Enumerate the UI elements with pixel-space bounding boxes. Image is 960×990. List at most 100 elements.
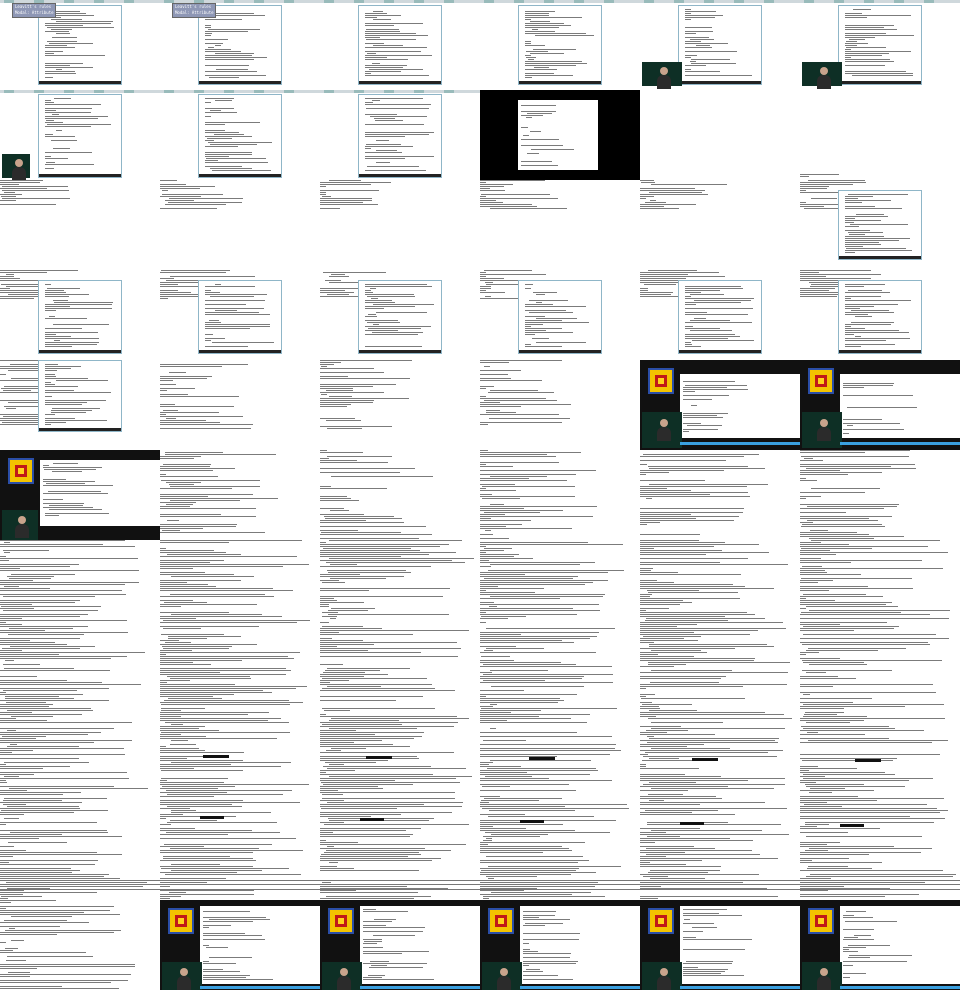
thumbnail-frame[interactable] — [0, 360, 160, 450]
thumbnail-frame[interactable] — [0, 450, 160, 540]
toolbar-tab[interactable] — [484, 0, 494, 3]
toolbar-tab[interactable] — [324, 0, 334, 3]
toolbar-tab[interactable] — [124, 0, 134, 3]
toolbar-tab[interactable] — [194, 90, 204, 93]
toolbar-tab[interactable] — [764, 0, 774, 3]
toolbar-tab[interactable] — [674, 0, 684, 3]
thumbnail-frame[interactable] — [800, 90, 960, 180]
thumbnail-frame[interactable] — [640, 450, 800, 540]
toolbar-tab[interactable] — [254, 0, 264, 3]
thumbnail-frame[interactable] — [640, 0, 800, 90]
thumbnail-frame[interactable] — [480, 900, 640, 990]
thumbnail-frame[interactable] — [160, 270, 320, 360]
thumbnail-frame[interactable] — [160, 810, 320, 900]
thumbnail-frame[interactable] — [320, 540, 480, 630]
thumbnail-frame[interactable] — [320, 630, 480, 720]
thumbnail-frame[interactable] — [800, 810, 960, 900]
thumbnail-frame[interactable] — [320, 450, 480, 540]
thumbnail-frame[interactable] — [320, 270, 480, 360]
thumbnail-frame[interactable] — [800, 630, 960, 720]
toolbar-tab[interactable] — [734, 0, 744, 3]
toolbar-tab[interactable] — [514, 0, 524, 3]
thumbnail-frame[interactable] — [320, 0, 480, 90]
thumbnail-frame[interactable] — [480, 90, 640, 180]
thumbnail-frame[interactable] — [800, 180, 960, 270]
thumbnail-frame[interactable] — [160, 900, 320, 990]
thumbnail-frame[interactable] — [480, 180, 640, 270]
toolbar-tab[interactable] — [444, 0, 454, 3]
thumbnail-frame[interactable] — [800, 450, 960, 540]
toolbar-tab[interactable] — [94, 0, 104, 3]
thumbnail-frame[interactable] — [480, 810, 640, 900]
thumbnail-frame[interactable] — [0, 630, 160, 720]
thumbnail-frame[interactable] — [640, 810, 800, 900]
thumbnail-frame[interactable] — [160, 720, 320, 810]
toolbar-tab[interactable] — [704, 0, 714, 3]
thumbnail-frame[interactable]: Leavitt's rules Modal: Attribute — [0, 0, 160, 90]
thumbnail-frame[interactable] — [480, 630, 640, 720]
toolbar-tab[interactable] — [644, 0, 654, 3]
toolbar-tab[interactable] — [284, 90, 294, 93]
thumbnail-frame[interactable] — [800, 270, 960, 360]
thumbnail-frame[interactable] — [160, 90, 320, 180]
thumbnail-frame[interactable] — [320, 720, 480, 810]
toolbar-tab[interactable] — [354, 0, 364, 3]
thumbnail-frame[interactable] — [320, 180, 480, 270]
thumbnail-frame[interactable] — [800, 360, 960, 450]
thumbnail-frame[interactable] — [480, 360, 640, 450]
thumbnail-frame[interactable] — [160, 630, 320, 720]
thumbnail-frame[interactable] — [800, 0, 960, 90]
toolbar-tab[interactable] — [124, 90, 134, 93]
toolbar-tab[interactable] — [414, 90, 424, 93]
thumbnail-frame[interactable] — [320, 810, 480, 900]
thumbnail-frame[interactable] — [640, 900, 800, 990]
thumbnail-frame[interactable] — [0, 720, 160, 810]
toolbar-tab[interactable] — [324, 90, 334, 93]
thumbnail-frame[interactable] — [0, 180, 160, 270]
thumbnail-frame[interactable] — [320, 360, 480, 450]
toolbar-tab[interactable] — [384, 0, 394, 3]
thumbnail-frame[interactable] — [320, 900, 480, 990]
toolbar-tab[interactable] — [574, 0, 584, 3]
toolbar-tab[interactable] — [34, 90, 44, 93]
thumbnail-frame[interactable] — [0, 900, 160, 990]
toolbar-tab[interactable] — [894, 0, 904, 3]
toolbar-tab[interactable] — [864, 0, 874, 3]
thumbnail-frame[interactable] — [160, 450, 320, 540]
toolbar-tab[interactable] — [444, 90, 454, 93]
thumbnail-frame[interactable] — [0, 90, 160, 180]
thumbnail-frame[interactable] — [640, 90, 800, 180]
toolbar-tab[interactable] — [414, 0, 424, 3]
toolbar-tab[interactable] — [924, 0, 934, 3]
toolbar-tab[interactable] — [834, 0, 844, 3]
thumbnail-frame[interactable] — [800, 900, 960, 990]
toolbar-tab[interactable] — [354, 90, 364, 93]
thumbnail-frame[interactable] — [320, 90, 480, 180]
thumbnail-frame[interactable] — [480, 270, 640, 360]
toolbar-tab[interactable] — [94, 90, 104, 93]
toolbar-tab[interactable] — [64, 90, 74, 93]
thumbnail-frame[interactable] — [160, 540, 320, 630]
thumbnail-frame[interactable] — [640, 180, 800, 270]
toolbar-tab[interactable] — [284, 0, 294, 3]
thumbnail-frame[interactable] — [0, 810, 160, 900]
thumbnail-frame[interactable]: Leavitt's rules Modal: Attribute — [160, 0, 320, 90]
thumbnail-frame[interactable] — [0, 540, 160, 630]
thumbnail-frame[interactable] — [800, 540, 960, 630]
thumbnail-frame[interactable] — [160, 360, 320, 450]
toolbar-tab[interactable] — [544, 0, 554, 3]
thumbnail-frame[interactable] — [640, 720, 800, 810]
thumbnail-frame[interactable] — [640, 360, 800, 450]
toolbar-tab[interactable] — [384, 90, 394, 93]
toolbar-tab[interactable] — [64, 0, 74, 3]
toolbar-tab[interactable] — [4, 90, 14, 93]
thumbnail-frame[interactable] — [800, 720, 960, 810]
thumbnail-frame[interactable] — [480, 720, 640, 810]
thumbnail-frame[interactable] — [480, 0, 640, 90]
toolbar-tab[interactable] — [224, 0, 234, 3]
thumbnail-frame[interactable] — [480, 540, 640, 630]
toolbar-tab[interactable] — [164, 90, 174, 93]
thumbnail-frame[interactable] — [160, 180, 320, 270]
toolbar-tab[interactable] — [224, 90, 234, 93]
thumbnail-frame[interactable] — [640, 540, 800, 630]
